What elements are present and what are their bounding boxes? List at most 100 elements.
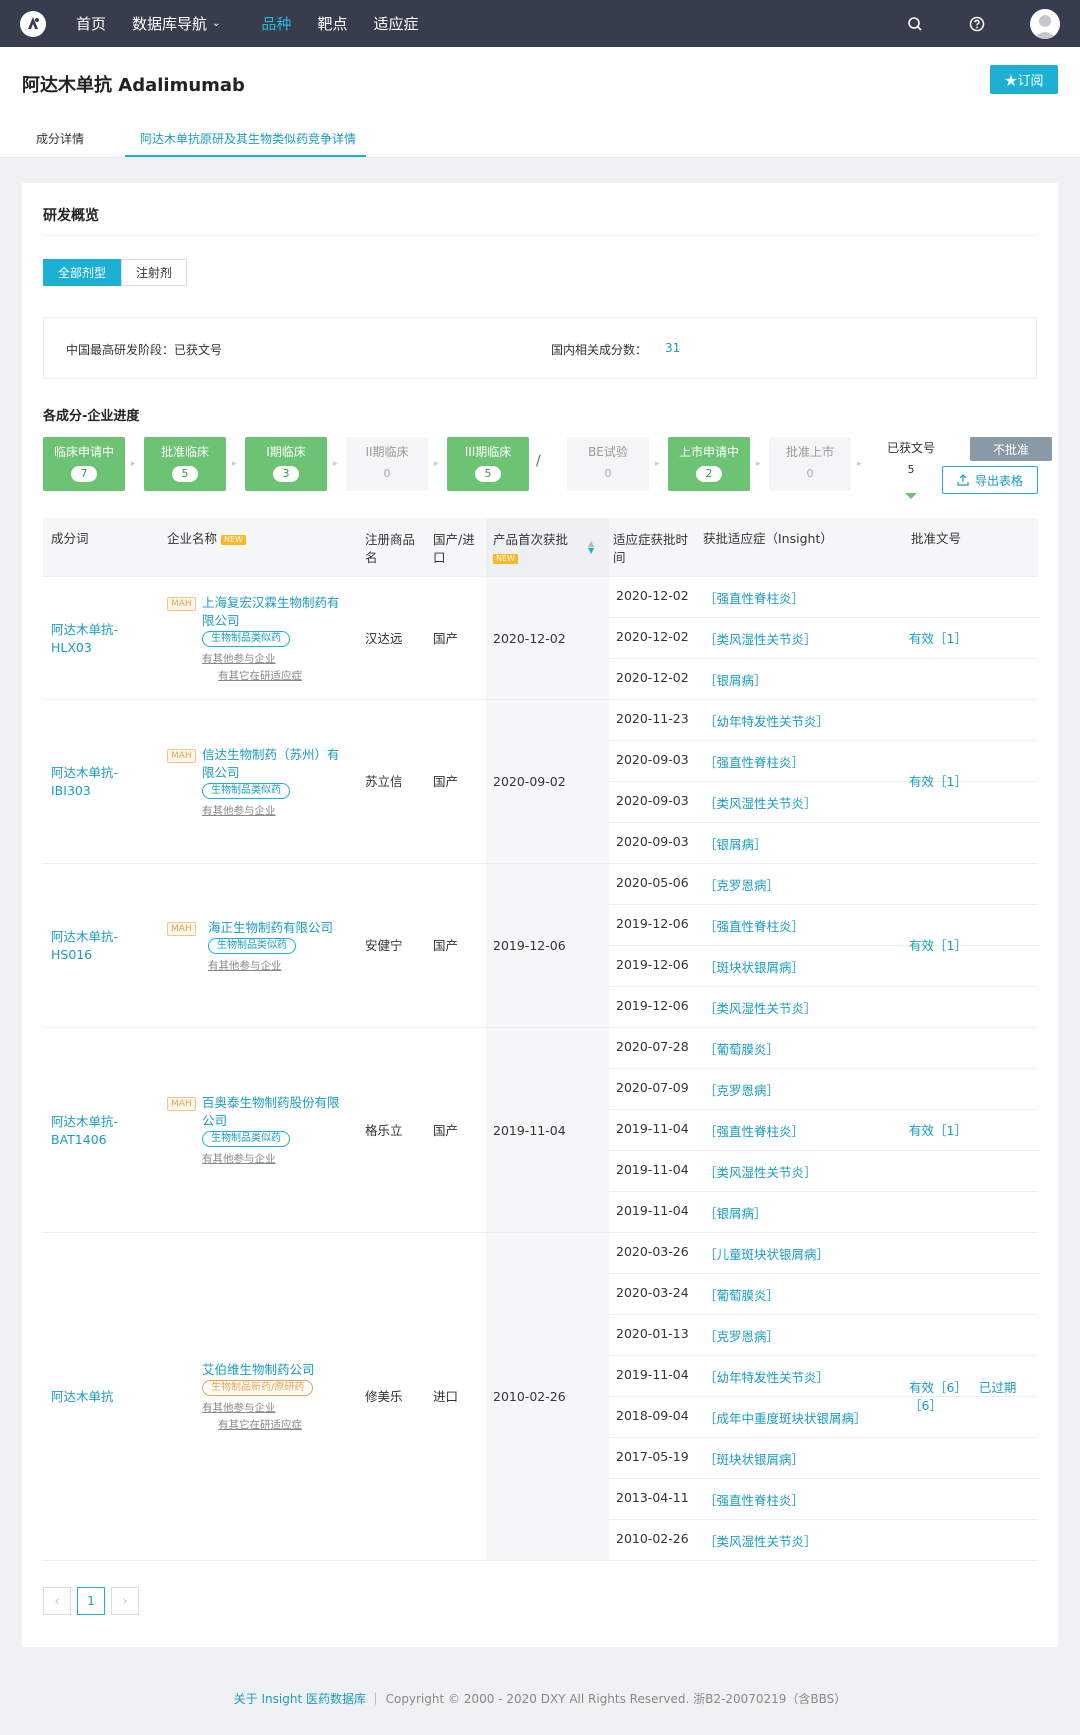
indication-link[interactable]: ［强直性脊柱炎］ xyxy=(704,1121,804,1140)
stage-9[interactable]: 不批准 xyxy=(970,437,1052,461)
th-ind-time-line1: 适应症获批时 xyxy=(613,532,689,547)
indication-link[interactable]: ［类风湿性关节炎］ xyxy=(704,998,817,1017)
indication-link[interactable]: ［强直性脊柱炎］ xyxy=(704,752,804,771)
mah-badge: MAH xyxy=(167,1097,196,1111)
next-page-button[interactable]: › xyxy=(111,1587,139,1615)
other-companies-link[interactable]: 有其他参与企业 xyxy=(202,1401,276,1415)
indication-row: 2019-11-04 ［强直性脊柱炎］ xyxy=(609,1110,1038,1151)
footer-about-link[interactable]: 关于 Insight 医药数据库 xyxy=(234,1692,366,1706)
approval-number[interactable]: 有效［1］ xyxy=(909,1122,967,1140)
stage-label: 批准临床 xyxy=(160,445,209,459)
sort-icon[interactable]: ▲ ▼ xyxy=(588,540,594,555)
indication-link[interactable]: ［斑块状银屑病］ xyxy=(704,957,804,976)
indication-row: 2019-11-04 ［类风湿性关节炎］ xyxy=(609,1151,1038,1192)
logo[interactable] xyxy=(20,10,46,37)
tab-competition-detail[interactable]: 阿达木单抗原研及其生物类似药竞争详情 xyxy=(140,130,356,147)
company-link[interactable]: 海正生物制药有限公司 xyxy=(208,919,333,937)
page-1-button[interactable]: 1 xyxy=(77,1587,105,1615)
indication-link[interactable]: ［类风湿性关节炎］ xyxy=(704,629,817,648)
indication-link[interactable]: ［类风湿性关节炎］ xyxy=(704,793,817,812)
indication-date: 2019-12-06 xyxy=(616,998,689,1013)
stage-arrow-icon: ▸ xyxy=(756,459,761,469)
stage-5[interactable]: BE试验 0 xyxy=(567,437,649,491)
ingredient-link[interactable]: 阿达木单抗 xyxy=(51,1388,114,1406)
indication-link[interactable]: ［斑块状银屑病］ xyxy=(704,1449,804,1468)
stage-2[interactable]: I期临床 3 xyxy=(245,437,327,491)
other-indications-link[interactable]: 有其它在研适应症 xyxy=(218,1418,302,1432)
approval-number[interactable]: 有效［1］ xyxy=(909,937,967,955)
mah-badge: MAH xyxy=(167,748,196,763)
company-link[interactable]: 百奥泰生物制药股份有限 公司 xyxy=(202,1094,340,1130)
th-brand-line2: 名 xyxy=(365,550,378,565)
ingredient-link[interactable]: 阿达木单抗- HLX03 xyxy=(51,621,118,657)
ingredient-link[interactable]: 阿达木单抗- BAT1406 xyxy=(51,1113,118,1149)
search-icon[interactable] xyxy=(906,15,924,33)
indication-link[interactable]: ［强直性脊柱炎］ xyxy=(704,1490,804,1509)
indication-link[interactable]: ［银屑病］ xyxy=(704,1203,767,1222)
indication-link[interactable]: ［幼年特发性关节炎］ xyxy=(704,711,829,730)
stage-0[interactable]: 临床申请中 7 xyxy=(43,437,125,491)
table-row: 阿达木单抗 艾伯维生物制药公司 生物制品新药/原研药 有其他参与企业 有其它在研适应症 修… xyxy=(43,1233,1038,1561)
indication-link[interactable]: ［幼年特发性关节炎］ xyxy=(704,1367,829,1386)
indication-link[interactable]: ［克罗恩病］ xyxy=(704,1326,779,1345)
approval-number[interactable]: 有效［1］ xyxy=(909,773,967,791)
company-link[interactable]: 信达生物制药（苏州）有 限公司 xyxy=(202,746,340,782)
ingredient-link[interactable]: 阿达木单抗- IBI303 xyxy=(51,764,118,800)
nav-home[interactable]: 首页 xyxy=(76,13,106,34)
approval-expired-link[interactable]: 已过期 xyxy=(979,1380,1017,1395)
indication-date: 2010-02-26 xyxy=(616,1531,689,1546)
stage-7[interactable]: 批准上市 0 xyxy=(769,437,851,491)
dosage-tab-injection[interactable]: 注射剂 xyxy=(121,259,188,286)
highest-stage: 中国最高研发阶段：已获文号 xyxy=(66,343,223,357)
export-table-button[interactable]: 导出表格 xyxy=(942,466,1038,494)
related-count-value[interactable]: 31 xyxy=(665,341,680,355)
indication-link[interactable]: ［银屑病］ xyxy=(704,834,767,853)
brand-name: 汉达远 xyxy=(365,630,403,646)
company-link[interactable]: 上海复宏汉霖生物制药有 限公司 xyxy=(202,594,340,630)
other-indications-link[interactable]: 有其它在研适应症 xyxy=(218,669,302,683)
indication-link[interactable]: ［儿童斑块状银屑病］ xyxy=(704,1244,829,1263)
indication-link[interactable]: ［葡萄膜炎］ xyxy=(704,1285,779,1304)
nav-variety[interactable]: 品种 xyxy=(261,13,291,34)
approval-expired-count[interactable]: ［6］ xyxy=(909,1398,942,1413)
ingredient-link[interactable]: 阿达木单抗- HS016 xyxy=(51,928,118,964)
indication-row: 2020-03-24 ［葡萄膜炎］ xyxy=(609,1274,1038,1315)
indication-link[interactable]: ［克罗恩病］ xyxy=(704,875,779,894)
nav-indication[interactable]: 适应症 xyxy=(373,13,418,34)
company-link[interactable]: 艾伯维生物制药公司 xyxy=(202,1361,315,1379)
nav-target[interactable]: 靶点 xyxy=(317,13,347,34)
stage-3[interactable]: II期临床 0 xyxy=(346,437,428,491)
stage-label: 已获文号 xyxy=(886,441,935,455)
avatar[interactable] xyxy=(1030,8,1060,39)
stage-6[interactable]: 上市申请中 2 xyxy=(668,437,750,491)
prev-page-button[interactable]: ‹ xyxy=(43,1587,71,1615)
stage-8[interactable]: 已获文号 5 xyxy=(870,433,952,499)
indication-date: 2018-09-04 xyxy=(616,1408,689,1423)
th-first-approval[interactable]: 产品首次获批 NEW xyxy=(493,531,568,567)
th-approval-no: 批准文号 xyxy=(911,531,962,546)
help-icon[interactable] xyxy=(968,15,986,33)
indication-link[interactable]: ［葡萄膜炎］ xyxy=(704,1039,779,1058)
other-companies-link[interactable]: 有其他参与企业 xyxy=(208,959,282,973)
other-companies-link[interactable]: 有其他参与企业 xyxy=(202,804,276,818)
approval-valid-link[interactable]: 有效［6］ xyxy=(909,1380,967,1395)
stage-label: BE试验 xyxy=(588,445,628,459)
indication-link[interactable]: ［克罗恩病］ xyxy=(704,1080,779,1099)
stage-1[interactable]: 批准临床 5 xyxy=(144,437,226,491)
dosage-tab-all[interactable]: 全部剂型 xyxy=(43,259,122,286)
table-row: 阿达木单抗- IBI303 MAH 信达生物制药（苏州）有 限公司 生物制品类似药 有其他参… xyxy=(43,700,1038,864)
first-approval-date: 2019-12-06 xyxy=(493,938,566,953)
indication-link[interactable]: ［成年中重度斑块状银屑病］ xyxy=(704,1408,867,1427)
other-companies-link[interactable]: 有其他参与企业 xyxy=(202,1152,276,1166)
subscribe-button[interactable]: ★订阅 xyxy=(990,65,1058,94)
approval-number[interactable]: 有效［1］ xyxy=(909,630,967,648)
stage-4[interactable]: III期临床 5 xyxy=(447,437,529,491)
indication-link[interactable]: ［类风湿性关节炎］ xyxy=(704,1162,817,1181)
indication-link[interactable]: ［强直性脊柱炎］ xyxy=(704,588,804,607)
nav-database[interactable]: 数据库导航 ⌄ xyxy=(132,13,220,34)
indication-link[interactable]: ［类风湿性关节炎］ xyxy=(704,1531,817,1550)
tab-ingredient-detail[interactable]: 成分详情 xyxy=(36,130,84,147)
indication-link[interactable]: ［强直性脊柱炎］ xyxy=(704,916,804,935)
other-companies-link[interactable]: 有其他参与企业 xyxy=(202,652,276,666)
indication-link[interactable]: ［银屑病］ xyxy=(704,670,767,689)
